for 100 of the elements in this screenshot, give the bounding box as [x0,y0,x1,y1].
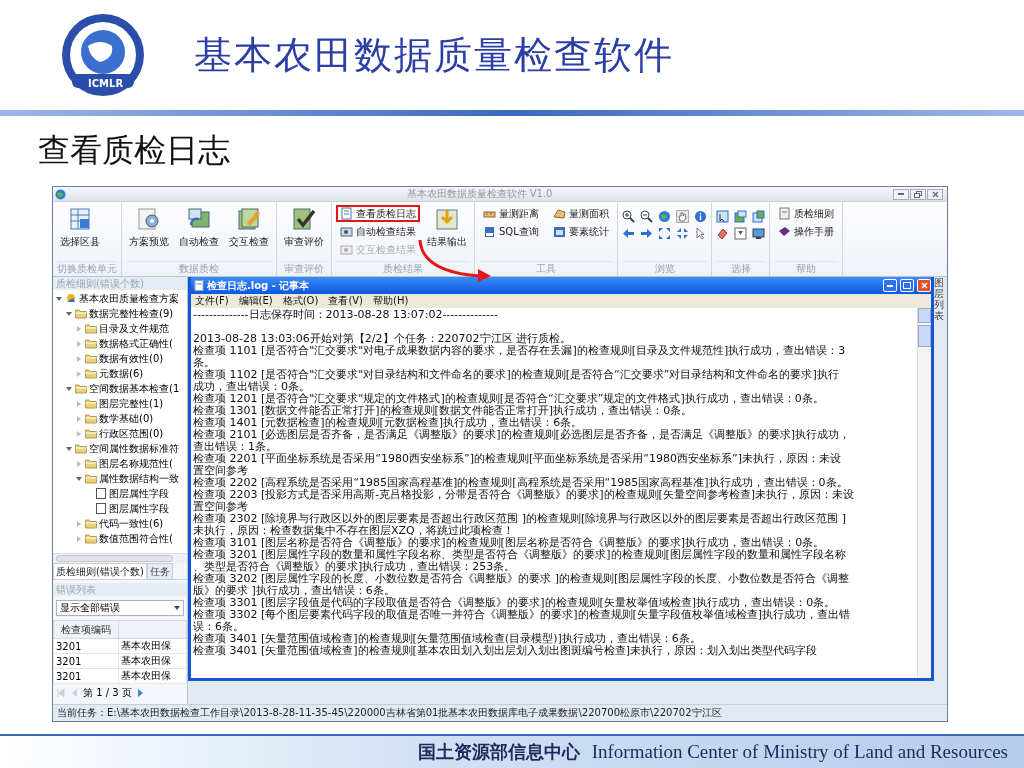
tree-item[interactable]: 基本农田质量检查方案 [79,292,179,305]
notepad-title: 检查日志.log - 记事本 [207,278,311,293]
tree-item[interactable]: 数值范围符合性( [99,532,173,545]
slide-subtitle: 查看质检日志 [38,130,231,170]
ribbon-button[interactable]: 要素统计 [549,223,613,240]
log-line: 检查项 2302 [除境界与行政区以外的图层要素是否超出行政区范围 ]的检查规则[除境界与行政区以外的图层要素是否超出行政区范围 ] [193,513,848,525]
tree-item[interactable]: 图层完整性(1) [99,397,164,410]
ribbon-button[interactable]: 方案预览 [126,205,172,251]
folder-icon [85,398,97,409]
folder-icon [85,458,97,469]
tree-item[interactable]: 属性数据结构一致 [99,472,179,485]
page-indicator: 第 1 / 3 页 [83,686,132,700]
table-icon [68,207,92,231]
folder-icon [85,473,97,484]
fixed-zoom-icon[interactable] [676,227,689,240]
ribbon-button[interactable]: 自动检查结果 [336,223,420,240]
page-icon [95,488,107,499]
group-label: 质检结果 [336,261,470,276]
folder-icon [85,413,97,424]
log-line: 检查项 3101 [图层名称是否符合《调整版》的要求]的检查规则[图层名称是否符合《调整版》的要求]执行成功，查出错误：0条。 [193,537,826,549]
log-line: 误：6条。 [193,621,245,633]
tree-item[interactable]: 图层名称规范性( [99,457,173,470]
panel-tab[interactable]: 质检细则(错误个数) [53,563,147,579]
restore-button[interactable] [910,188,926,200]
ribbon-button[interactable]: 选择区县 [57,205,103,251]
globe-icon[interactable] [658,210,671,223]
ribbon-button[interactable]: 自动检查 [176,205,222,251]
log-line: 置空间参考 [193,465,249,477]
hand-icon[interactable] [676,210,689,223]
scrollbar-thumb[interactable] [56,555,174,562]
group-label: 审查评价 [281,261,327,276]
zoom-out-icon[interactable] [640,210,653,223]
group-label: 切换质检单元 [57,261,117,276]
next-page-icon[interactable] [137,689,144,697]
maximize-button[interactable] [900,279,914,292]
minimize-icon [887,284,893,287]
forward-arrow-icon[interactable] [640,227,653,240]
tree-item[interactable]: 元数据(6) [99,367,144,380]
full-extent-icon[interactable] [658,227,671,240]
select-icon[interactable] [734,210,747,223]
map-sync-icon [187,207,211,231]
filter-dropdown[interactable]: 显示全部错误 [56,600,184,616]
group-label: 帮助 [774,261,838,276]
monitor-icon[interactable] [752,227,765,240]
eraser-icon[interactable] [716,227,729,240]
ribbon-button[interactable]: 量测面积 [549,205,613,222]
ribbon-button[interactable]: 查看质检日志 [336,205,420,222]
tree-item[interactable]: 数据格式正确性( [99,337,173,350]
document-icon [340,207,353,220]
log-line: 检查项 1201 [是否符合"汇交要求"规定的文件格式]的检查规则[是否符合“汇交要求”规定的文件格式]执行成功，查出错误：0条。 [193,393,825,405]
filter-icon[interactable] [734,227,747,240]
expander-icon[interactable] [65,384,73,393]
tree-item[interactable]: 行政区范围(0) [99,427,164,440]
menu-item[interactable]: 帮助(H) [373,294,409,308]
minimize-button[interactable] [893,188,909,200]
log-line: 检查项 3301 [图层字段值是代码的字段取值是否符合《调整版》的要求]的检查规则[矢量枚举值域检查]执行成功，查出错误：0条。 [193,597,837,609]
select-icon[interactable] [716,210,729,223]
expander-icon[interactable] [65,309,73,318]
scrollbar-thumb[interactable] [918,325,931,347]
pointer-icon[interactable] [694,227,707,240]
layer-list-tab[interactable]: 图层列表 [934,277,944,321]
ribbon-button[interactable]: 结果输出 [424,205,470,251]
info-icon[interactable] [694,210,707,223]
tree-item[interactable]: 图层属性字段 [109,487,169,500]
expander-icon[interactable] [55,294,63,303]
tree-item[interactable]: 空间数据基本检查(1 [89,382,180,395]
tree-item[interactable]: 代码一致性(6) [99,517,164,530]
expander-icon[interactable] [75,474,83,483]
close-icon [931,190,939,198]
footer-text: Information Center of Ministry of Land and Resources [591,741,1008,763]
menu-item[interactable]: 查看(V) [328,294,364,308]
log-line: 检查项 1301 [数据文件能否正常打开]的检查规则[数据文件能否正常打开]执行成功，查出错误：0条。 [193,405,693,417]
menu-item[interactable]: 格式(O) [282,294,319,308]
tree-item[interactable]: 数据完整性检查(9) [89,307,174,320]
panel-tab[interactable]: 任务 [146,563,173,579]
area-icon [553,207,566,220]
column-header[interactable]: 检查项编码 [53,620,119,639]
ribbon-button[interactable]: 操作手册 [774,223,838,240]
folder-icon [75,308,87,319]
folder-icon [85,533,97,544]
select-icon[interactable] [752,210,765,223]
ribbon-button[interactable]: SQL查询 [479,223,543,240]
menu-item[interactable]: 文件(F) [195,294,229,308]
ribbon-button[interactable]: 质检细则 [774,205,838,222]
tree-item[interactable]: 图层属性字段 [109,502,169,515]
close-button[interactable] [927,188,943,200]
ribbon-button[interactable]: 交互检查 [226,205,272,251]
tree-item[interactable]: 数学基础(0) [99,412,154,425]
tree-item[interactable]: 空间属性数据标准符 [89,442,179,455]
back-arrow-icon[interactable] [622,227,635,240]
zoom-in-icon[interactable] [622,210,635,223]
log-line: 检查项 1101 [是否符合"汇交要求"对电子成果数据内容的要求，是否存在丢漏]的检查规则[目录及文件规范性]执行成功，查出错误：3 [193,345,847,357]
ribbon-button[interactable]: 审查评价 [281,205,327,251]
tree-item[interactable]: 数据有效性(0) [99,352,164,365]
map-edit-icon [237,207,261,231]
menu-item[interactable]: 编辑(E) [238,294,273,308]
ribbon-button[interactable]: 量测距离 [479,205,543,222]
expander-icon[interactable] [65,444,73,453]
tree-item[interactable]: 目录及文件规范 [99,322,169,335]
maximize-icon [903,282,911,289]
